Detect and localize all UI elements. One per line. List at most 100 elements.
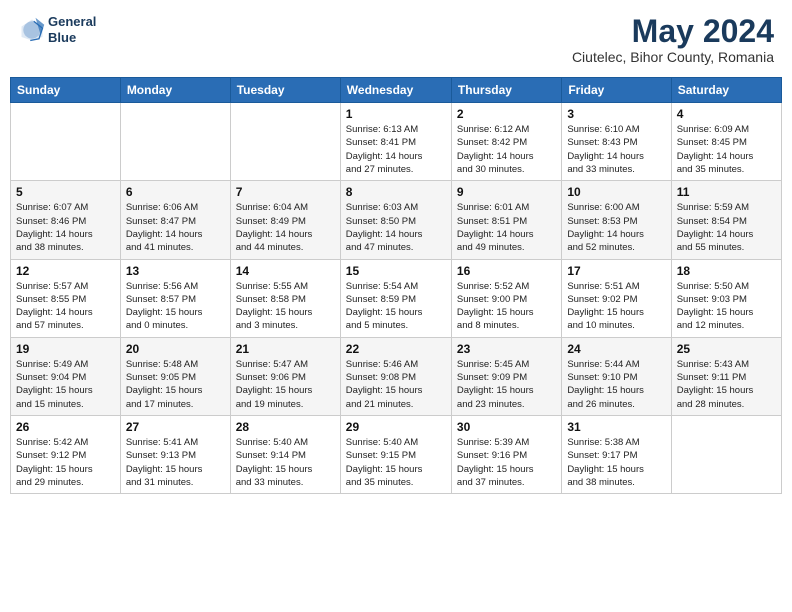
- day-number: 2: [457, 107, 556, 121]
- day-number: 22: [346, 342, 446, 356]
- calendar-cell: 5Sunrise: 6:07 AM Sunset: 8:46 PM Daylig…: [11, 181, 121, 259]
- day-number: 30: [457, 420, 556, 434]
- day-info: Sunrise: 5:59 AM Sunset: 8:54 PM Dayligh…: [677, 201, 776, 254]
- weekday-header-thursday: Thursday: [451, 78, 561, 103]
- day-info: Sunrise: 5:44 AM Sunset: 9:10 PM Dayligh…: [567, 358, 665, 411]
- calendar-cell: 25Sunrise: 5:43 AM Sunset: 9:11 PM Dayli…: [671, 337, 781, 415]
- calendar-cell: 16 Sunrise: 5:52 AM Sunset: 9:00 PM Dayli…: [451, 259, 561, 337]
- calendar-cell: 29 Sunrise: 5:40 AM Sunset: 9:15 PM Dayli…: [340, 415, 451, 493]
- day-info: Sunrise: 6:03 AM Sunset: 8:50 PM Dayligh…: [346, 201, 446, 254]
- calendar-cell: 1 Sunrise: 6:13 AM Sunset: 8:41 PM Daylig…: [340, 103, 451, 181]
- day-info: Sunrise: 6:10 AM Sunset: 8:43 PM Dayligh…: [567, 123, 665, 176]
- calendar-cell: 10 Sunrise: 6:00 AM Sunset: 8:53 PM Dayli…: [562, 181, 671, 259]
- day-info: Sunrise: 6:00 AM Sunset: 8:53 PM Dayligh…: [567, 201, 665, 254]
- week-row-5: 26Sunrise: 5:42 AM Sunset: 9:12 PM Dayli…: [11, 415, 782, 493]
- week-row-2: 5Sunrise: 6:07 AM Sunset: 8:46 PM Daylig…: [11, 181, 782, 259]
- day-number: 20: [126, 342, 225, 356]
- day-info: Sunrise: 6:13 AM Sunset: 8:41 PM Dayligh…: [346, 123, 446, 176]
- calendar-cell: [11, 103, 121, 181]
- day-number: 16: [457, 264, 556, 278]
- calendar-cell: 3 Sunrise: 6:10 AM Sunset: 8:43 PM Daylig…: [562, 103, 671, 181]
- day-info: Sunrise: 5:42 AM Sunset: 9:12 PM Dayligh…: [16, 436, 115, 489]
- day-number: 29: [346, 420, 446, 434]
- day-number: 7: [236, 185, 335, 199]
- weekday-header-wednesday: Wednesday: [340, 78, 451, 103]
- day-info: Sunrise: 5:48 AM Sunset: 9:05 PM Dayligh…: [126, 358, 225, 411]
- day-number: 27: [126, 420, 225, 434]
- week-row-1: 1 Sunrise: 6:13 AM Sunset: 8:41 PM Daylig…: [11, 103, 782, 181]
- calendar-cell: 9 Sunrise: 6:01 AM Sunset: 8:51 PM Daylig…: [451, 181, 561, 259]
- day-number: 18: [677, 264, 776, 278]
- day-info: Sunrise: 5:47 AM Sunset: 9:06 PM Dayligh…: [236, 358, 335, 411]
- day-number: 8: [346, 185, 446, 199]
- calendar-cell: [671, 415, 781, 493]
- calendar-cell: 28 Sunrise: 5:40 AM Sunset: 9:14 PM Dayli…: [230, 415, 340, 493]
- day-number: 19: [16, 342, 115, 356]
- weekday-header-friday: Friday: [562, 78, 671, 103]
- day-info: Sunrise: 6:06 AM Sunset: 8:47 PM Dayligh…: [126, 201, 225, 254]
- calendar-cell: 30Sunrise: 5:39 AM Sunset: 9:16 PM Dayli…: [451, 415, 561, 493]
- day-number: 21: [236, 342, 335, 356]
- calendar-cell: 15 Sunrise: 5:54 AM Sunset: 8:59 PM Dayli…: [340, 259, 451, 337]
- day-number: 28: [236, 420, 335, 434]
- day-info: Sunrise: 5:49 AM Sunset: 9:04 PM Dayligh…: [16, 358, 115, 411]
- calendar-cell: 18 Sunrise: 5:50 AM Sunset: 9:03 PM Dayli…: [671, 259, 781, 337]
- day-number: 1: [346, 107, 446, 121]
- day-info: Sunrise: 5:57 AM Sunset: 8:55 PM Dayligh…: [16, 280, 115, 333]
- logo-icon: [18, 16, 46, 44]
- day-info: Sunrise: 5:50 AM Sunset: 9:03 PM Dayligh…: [677, 280, 776, 333]
- weekday-header-row: SundayMondayTuesdayWednesdayThursdayFrid…: [11, 78, 782, 103]
- day-number: 3: [567, 107, 665, 121]
- calendar-cell: 8 Sunrise: 6:03 AM Sunset: 8:50 PM Daylig…: [340, 181, 451, 259]
- day-number: 15: [346, 264, 446, 278]
- day-info: Sunrise: 6:01 AM Sunset: 8:51 PM Dayligh…: [457, 201, 556, 254]
- day-number: 4: [677, 107, 776, 121]
- day-info: Sunrise: 5:56 AM Sunset: 8:57 PM Dayligh…: [126, 280, 225, 333]
- calendar-cell: 22 Sunrise: 5:46 AM Sunset: 9:08 PM Dayli…: [340, 337, 451, 415]
- calendar-cell: 4 Sunrise: 6:09 AM Sunset: 8:45 PM Daylig…: [671, 103, 781, 181]
- day-number: 13: [126, 264, 225, 278]
- day-number: 31: [567, 420, 665, 434]
- day-number: 24: [567, 342, 665, 356]
- calendar-subtitle: Ciutelec, Bihor County, Romania: [572, 49, 774, 65]
- calendar-cell: 6 Sunrise: 6:06 AM Sunset: 8:47 PM Daylig…: [120, 181, 230, 259]
- day-info: Sunrise: 5:51 AM Sunset: 9:02 PM Dayligh…: [567, 280, 665, 333]
- day-info: Sunrise: 5:38 AM Sunset: 9:17 PM Dayligh…: [567, 436, 665, 489]
- day-info: Sunrise: 5:40 AM Sunset: 9:14 PM Dayligh…: [236, 436, 335, 489]
- logo-text: General Blue: [48, 14, 96, 45]
- logo: General Blue: [18, 14, 96, 45]
- calendar-cell: 19 Sunrise: 5:49 AM Sunset: 9:04 PM Dayli…: [11, 337, 121, 415]
- day-info: Sunrise: 6:09 AM Sunset: 8:45 PM Dayligh…: [677, 123, 776, 176]
- day-number: 10: [567, 185, 665, 199]
- day-info: Sunrise: 5:40 AM Sunset: 9:15 PM Dayligh…: [346, 436, 446, 489]
- day-number: 17: [567, 264, 665, 278]
- day-info: Sunrise: 5:43 AM Sunset: 9:11 PM Dayligh…: [677, 358, 776, 411]
- day-number: 5: [16, 185, 115, 199]
- weekday-header-sunday: Sunday: [11, 78, 121, 103]
- calendar-cell: 20 Sunrise: 5:48 AM Sunset: 9:05 PM Dayli…: [120, 337, 230, 415]
- day-number: 11: [677, 185, 776, 199]
- calendar-cell: 2 Sunrise: 6:12 AM Sunset: 8:42 PM Daylig…: [451, 103, 561, 181]
- page-header: General Blue May 2024 Ciutelec, Bihor Co…: [10, 10, 782, 69]
- day-info: Sunrise: 5:54 AM Sunset: 8:59 PM Dayligh…: [346, 280, 446, 333]
- day-number: 12: [16, 264, 115, 278]
- calendar-cell: 14 Sunrise: 5:55 AM Sunset: 8:58 PM Dayli…: [230, 259, 340, 337]
- day-info: Sunrise: 5:55 AM Sunset: 8:58 PM Dayligh…: [236, 280, 335, 333]
- calendar-cell: 13 Sunrise: 5:56 AM Sunset: 8:57 PM Dayli…: [120, 259, 230, 337]
- calendar-cell: 11 Sunrise: 5:59 AM Sunset: 8:54 PM Dayli…: [671, 181, 781, 259]
- day-number: 14: [236, 264, 335, 278]
- day-number: 9: [457, 185, 556, 199]
- week-row-3: 12 Sunrise: 5:57 AM Sunset: 8:55 PM Dayli…: [11, 259, 782, 337]
- day-number: 23: [457, 342, 556, 356]
- calendar-table: SundayMondayTuesdayWednesdayThursdayFrid…: [10, 77, 782, 494]
- day-info: Sunrise: 5:46 AM Sunset: 9:08 PM Dayligh…: [346, 358, 446, 411]
- title-block: May 2024 Ciutelec, Bihor County, Romania: [572, 14, 774, 65]
- day-info: Sunrise: 6:12 AM Sunset: 8:42 PM Dayligh…: [457, 123, 556, 176]
- calendar-cell: 7Sunrise: 6:04 AM Sunset: 8:49 PM Daylig…: [230, 181, 340, 259]
- calendar-cell: 17 Sunrise: 5:51 AM Sunset: 9:02 PM Dayli…: [562, 259, 671, 337]
- day-number: 6: [126, 185, 225, 199]
- day-info: Sunrise: 5:52 AM Sunset: 9:00 PM Dayligh…: [457, 280, 556, 333]
- weekday-header-tuesday: Tuesday: [230, 78, 340, 103]
- calendar-cell: [230, 103, 340, 181]
- day-info: Sunrise: 5:41 AM Sunset: 9:13 PM Dayligh…: [126, 436, 225, 489]
